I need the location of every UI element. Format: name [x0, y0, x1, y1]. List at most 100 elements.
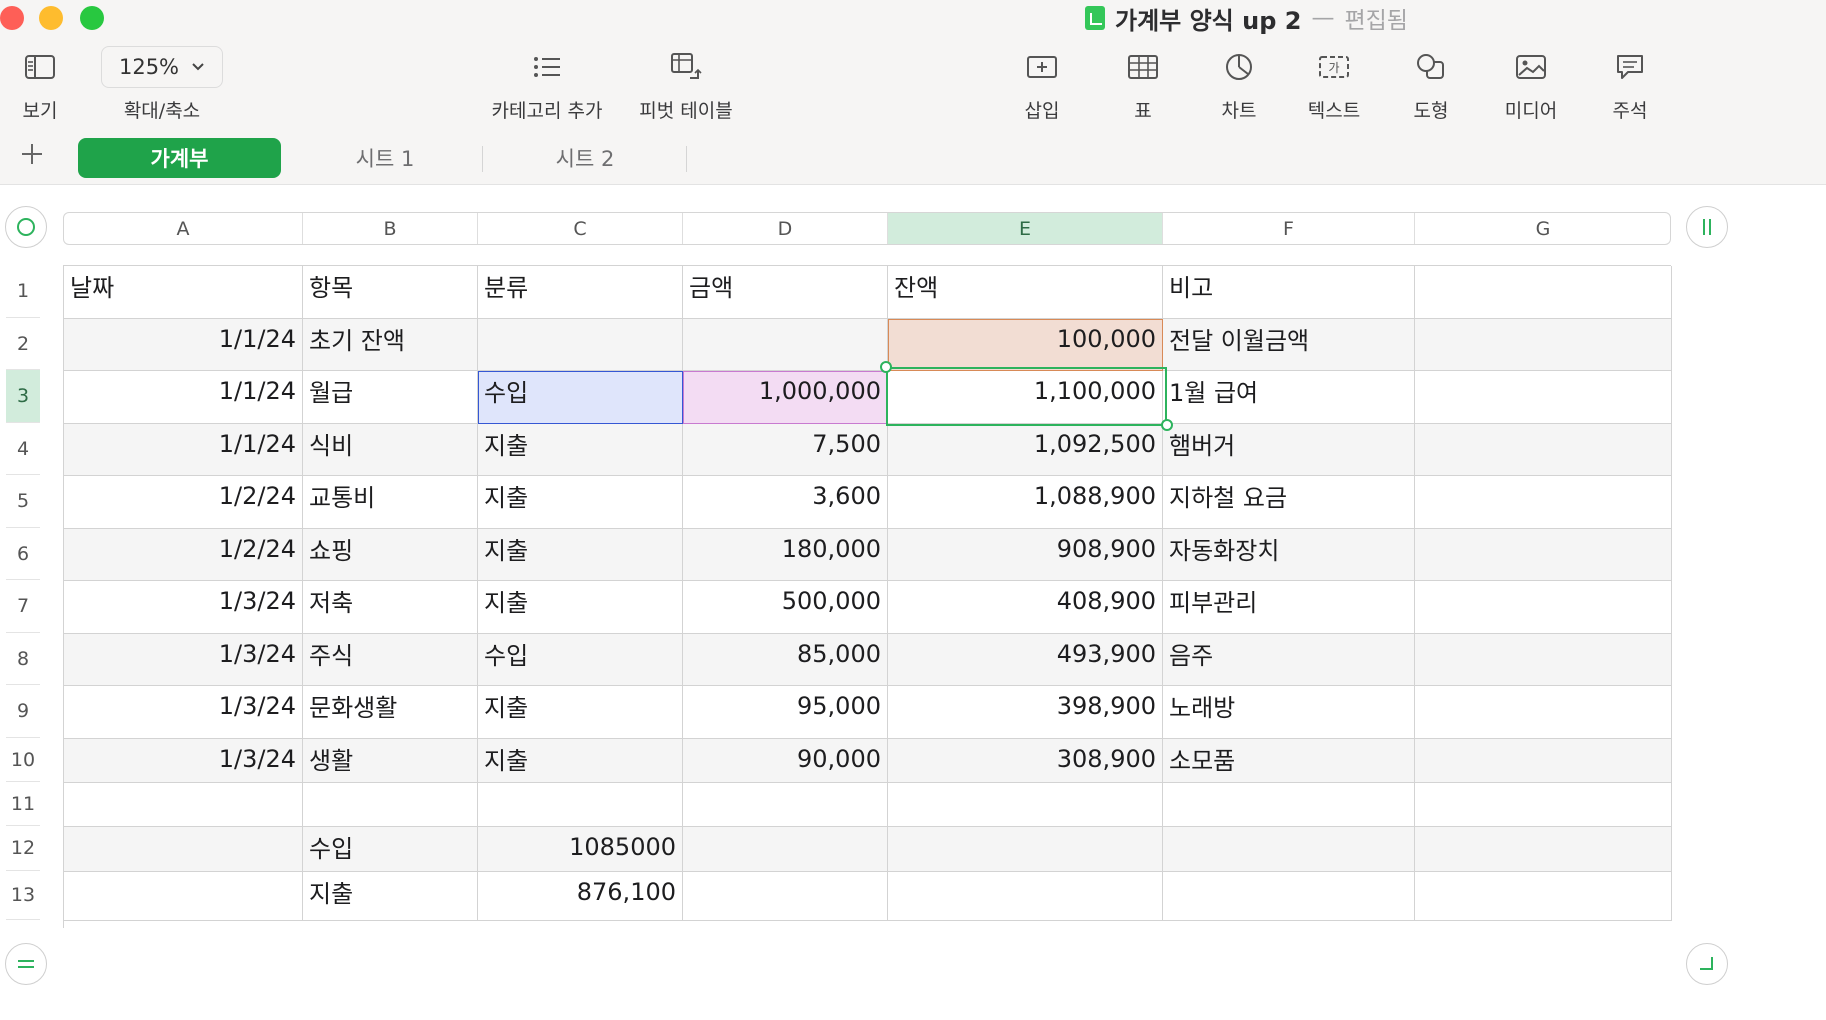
cell-d4[interactable]: 7,500	[683, 424, 888, 476]
cell-a5[interactable]: 1/2/24	[64, 476, 303, 529]
text-button[interactable]: 가 텍스트	[1302, 46, 1366, 126]
cell-f4[interactable]: 햄버거	[1163, 424, 1415, 476]
cell-e8[interactable]: 493,900	[888, 634, 1163, 686]
row-header-8[interactable]: 8	[6, 633, 40, 685]
cell-c6[interactable]: 지출	[478, 529, 683, 581]
cell-g12[interactable]	[1415, 827, 1672, 872]
cell-a6[interactable]: 1/2/24	[64, 529, 303, 581]
cell-f12[interactable]	[1163, 827, 1415, 872]
cell-c9[interactable]: 지출	[478, 686, 683, 739]
cell-g1[interactable]	[1415, 266, 1672, 319]
cell-d12[interactable]	[683, 827, 888, 872]
row-header-6[interactable]: 6	[6, 528, 40, 580]
cell-b3[interactable]: 월급	[303, 371, 478, 424]
cell-g2[interactable]	[1415, 319, 1672, 371]
cell-c4[interactable]: 지출	[478, 424, 683, 476]
pivot-table-button[interactable]: 피벗 테이블	[630, 46, 742, 126]
minimize-window-button[interactable]	[39, 6, 63, 30]
table-button[interactable]: 표	[1122, 46, 1164, 126]
cell-a7[interactable]: 1/3/24	[64, 581, 303, 634]
cell-f2[interactable]: 전달 이월금액	[1163, 319, 1415, 371]
insert-button[interactable]: 삽입	[1012, 46, 1072, 126]
column-header-d[interactable]: D	[683, 213, 888, 244]
cell-b2[interactable]: 초기 잔액	[303, 319, 478, 371]
cell-g5[interactable]	[1415, 476, 1672, 529]
cell-e2[interactable]: 100,000	[888, 319, 1163, 371]
sheet-tab-0[interactable]: 가계부	[78, 138, 281, 178]
cell-c5[interactable]: 지출	[478, 476, 683, 529]
cell-b9[interactable]: 문화생활	[303, 686, 478, 739]
cell-f10[interactable]: 소모품	[1163, 739, 1415, 783]
cell-e11[interactable]	[888, 783, 1163, 827]
cell-a8[interactable]: 1/3/24	[64, 634, 303, 686]
cell-c8[interactable]: 수입	[478, 634, 683, 686]
cell-e9[interactable]: 398,900	[888, 686, 1163, 739]
cell-e5[interactable]: 1,088,900	[888, 476, 1163, 529]
cell-b10[interactable]: 생활	[303, 739, 478, 783]
shape-button[interactable]: 도형	[1408, 46, 1454, 126]
cell-g7[interactable]	[1415, 581, 1672, 634]
cell-b1[interactable]: 항목	[303, 266, 478, 319]
row-header-4[interactable]: 4	[6, 423, 40, 475]
cell-g10[interactable]	[1415, 739, 1672, 783]
cell-d9[interactable]: 95,000	[683, 686, 888, 739]
column-header-c[interactable]: C	[478, 213, 683, 244]
row-header-1[interactable]: 1	[6, 265, 40, 318]
cell-a10[interactable]: 1/3/24	[64, 739, 303, 783]
view-button[interactable]: 보기	[14, 46, 66, 126]
cell-b6[interactable]: 쇼핑	[303, 529, 478, 581]
cell-c2[interactable]	[478, 319, 683, 371]
cell-e4[interactable]: 1,092,500	[888, 424, 1163, 476]
cell-c11[interactable]	[478, 783, 683, 827]
cell-g4[interactable]	[1415, 424, 1672, 476]
close-window-button[interactable]	[0, 6, 24, 30]
comment-button[interactable]: 주석	[1606, 46, 1654, 126]
cell-e12[interactable]	[888, 827, 1163, 872]
cell-d2[interactable]	[683, 319, 888, 371]
cell-f5[interactable]: 지하철 요금	[1163, 476, 1415, 529]
cell-d3[interactable]: 1,000,000	[683, 371, 888, 424]
cell-e13[interactable]	[888, 872, 1163, 921]
add-row-handle[interactable]	[5, 943, 47, 985]
cell-g6[interactable]	[1415, 529, 1672, 581]
cell-d5[interactable]: 3,600	[683, 476, 888, 529]
cell-f1[interactable]: 비고	[1163, 266, 1415, 319]
zoom-select[interactable]: 125%	[101, 46, 223, 88]
cell-g9[interactable]	[1415, 686, 1672, 739]
cell-a4[interactable]: 1/1/24	[64, 424, 303, 476]
cell-g13[interactable]	[1415, 872, 1672, 921]
row-header-3[interactable]: 3	[6, 370, 40, 423]
cell-d1[interactable]: 금액	[683, 266, 888, 319]
cell-f11[interactable]	[1163, 783, 1415, 827]
cell-c13[interactable]: 876,100	[478, 872, 683, 921]
cell-a3[interactable]: 1/1/24	[64, 371, 303, 424]
cell-d11[interactable]	[683, 783, 888, 827]
add-category-button[interactable]: 카테고리 추가	[483, 46, 611, 126]
row-header-5[interactable]: 5	[6, 475, 40, 528]
zoom-control[interactable]: 125% 확대/축소	[100, 46, 224, 126]
cell-a1[interactable]: 날짜	[64, 266, 303, 319]
add-column-handle[interactable]	[1686, 206, 1728, 248]
cell-d8[interactable]: 85,000	[683, 634, 888, 686]
maximize-window-button[interactable]	[80, 6, 104, 30]
cell-d7[interactable]: 500,000	[683, 581, 888, 634]
column-header-f[interactable]: F	[1163, 213, 1415, 244]
cell-f9[interactable]: 노래방	[1163, 686, 1415, 739]
selection-end-handle[interactable]	[1161, 419, 1173, 431]
cell-a11[interactable]	[64, 783, 303, 827]
cell-a2[interactable]: 1/1/24	[64, 319, 303, 371]
cell-b8[interactable]: 주식	[303, 634, 478, 686]
column-header-b[interactable]: B	[303, 213, 478, 244]
cell-e10[interactable]: 308,900	[888, 739, 1163, 783]
media-button[interactable]: 미디어	[1498, 46, 1564, 126]
add-sheet-button[interactable]	[18, 140, 46, 168]
cell-f8[interactable]: 음주	[1163, 634, 1415, 686]
column-header-e[interactable]: E	[888, 213, 1163, 244]
cell-a9[interactable]: 1/3/24	[64, 686, 303, 739]
cell-e1[interactable]: 잔액	[888, 266, 1163, 319]
cell-b11[interactable]	[303, 783, 478, 827]
cell-d13[interactable]	[683, 872, 888, 921]
row-header-2[interactable]: 2	[6, 318, 40, 370]
cell-e6[interactable]: 908,900	[888, 529, 1163, 581]
select-table-button[interactable]	[5, 206, 47, 248]
